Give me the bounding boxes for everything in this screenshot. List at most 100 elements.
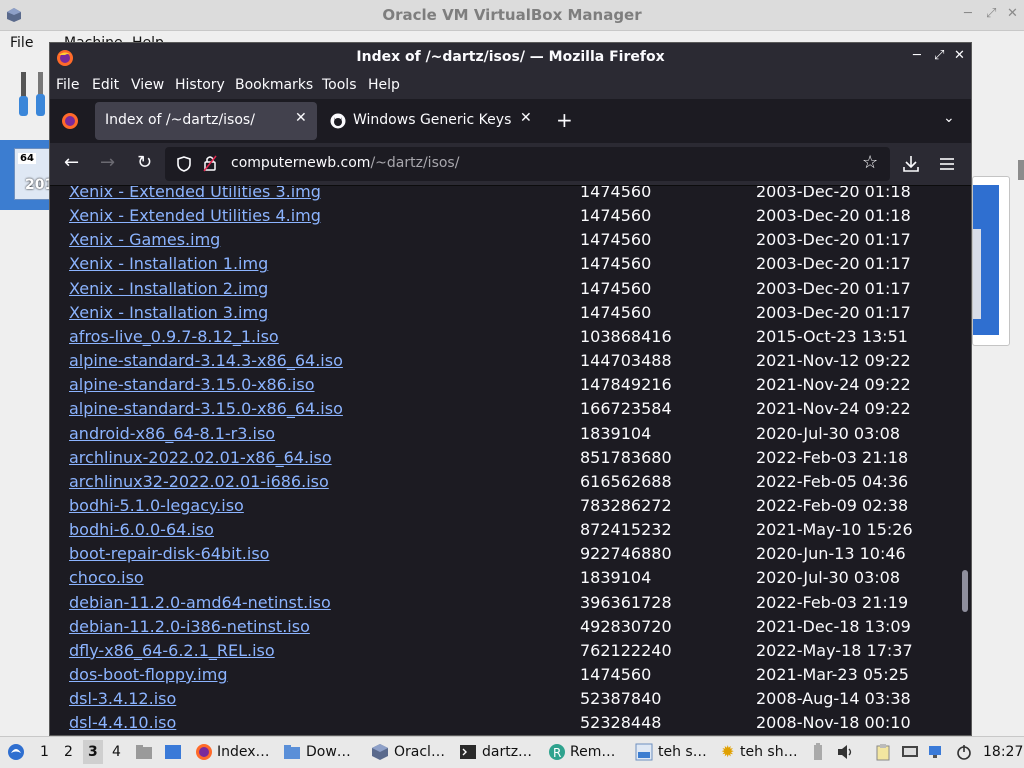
file-link[interactable]: Xenix - Extended Utilities 3.img — [69, 186, 321, 201]
file-link[interactable]: bodhi-6.0.0-64.iso — [69, 520, 214, 539]
url-text[interactable]: computernewb.com/~dartz/isos/ — [231, 155, 459, 171]
download-icon[interactable] — [903, 155, 919, 173]
file-link[interactable]: Xenix - Installation 1.img — [69, 254, 268, 273]
reload-icon[interactable]: ↻ — [137, 152, 152, 173]
file-link[interactable]: dsl-3.4.12.iso — [69, 689, 176, 708]
clipboard-icon[interactable] — [874, 743, 892, 761]
forward-icon[interactable]: → — [100, 152, 115, 173]
close-tab-icon[interactable]: ✕ — [520, 110, 532, 126]
file-link[interactable]: alpine-standard-3.15.0-x86_64.iso — [69, 399, 343, 418]
workspace-1[interactable]: 1 — [40, 744, 49, 760]
display-icon[interactable] — [901, 743, 919, 761]
file-link[interactable]: Xenix - Installation 2.img — [69, 279, 268, 298]
file-manager-launcher-icon[interactable] — [135, 743, 153, 761]
menu-edit[interactable]: Edit — [92, 77, 119, 93]
hamburger-menu-icon[interactable] — [940, 157, 954, 171]
menu-bookmarks[interactable]: Bookmarks — [235, 77, 313, 93]
file-size: 872415232 — [580, 520, 672, 540]
file-size: 166723584 — [580, 399, 672, 419]
maximize-icon[interactable]: ⤢ — [986, 6, 996, 21]
url-path: /~dartz/isos/ — [370, 155, 460, 171]
file-link[interactable]: alpine-standard-3.14.3-x86_64.iso — [69, 351, 343, 370]
close-tab-icon[interactable]: ✕ — [295, 110, 307, 126]
show-desktop-icon[interactable] — [164, 743, 182, 761]
close-icon[interactable]: ✕ — [954, 48, 965, 63]
listing-row: Xenix - Extended Utilities 4.img 1474560 2… — [69, 203, 949, 227]
vbox-menu-file[interactable]: File — [10, 35, 33, 51]
minimize-icon[interactable]: ─ — [913, 48, 921, 63]
vbox-scrollbar[interactable] — [1018, 160, 1024, 180]
battery-icon[interactable] — [809, 743, 827, 761]
terminal-icon — [460, 745, 476, 759]
file-size: 1474560 — [580, 206, 652, 226]
window-title: Index of /~dartz/isos/ — Mozilla Firefox — [356, 49, 665, 65]
listing-row: dsl-3.4.12.iso 52387840 2008-Aug-14 03:38 — [69, 686, 949, 710]
listing-row: dos-boot-floppy.img 1474560 2021-Mar-23 05… — [69, 662, 949, 686]
back-icon[interactable]: ← — [64, 152, 79, 173]
file-link[interactable]: archlinux-2022.02.01-x86_64.iso — [69, 448, 332, 467]
menu-history[interactable]: History — [175, 77, 225, 93]
file-link[interactable]: bodhi-5.1.0-legacy.iso — [69, 496, 244, 515]
file-date: 2021-Dec-18 13:09 — [756, 616, 911, 636]
menu-view[interactable]: View — [131, 77, 164, 93]
file-link[interactable]: debian-11.2.0-amd64-netinst.iso — [69, 593, 331, 612]
network-icon[interactable] — [927, 743, 945, 761]
file-date: 2022-Feb-09 02:38 — [756, 495, 909, 515]
firefox-view-icon[interactable] — [61, 112, 79, 130]
minimize-icon[interactable]: ─ — [964, 6, 972, 21]
list-all-tabs-icon[interactable]: ⌄ — [943, 110, 955, 126]
file-link[interactable]: dos-boot-floppy.img — [69, 665, 227, 684]
file-link[interactable]: choco.iso — [69, 568, 144, 587]
github-icon — [330, 113, 346, 129]
listing-row: afros-live_0.9.7-8.12_1.iso 103868416 2015… — [69, 324, 949, 348]
file-link[interactable]: boot-repair-disk-64bit.iso — [69, 544, 269, 563]
task-label: Oracl… — [394, 744, 445, 760]
file-link[interactable]: alpine-standard-3.15.0-x86.iso — [69, 375, 315, 394]
tools-icon[interactable] — [16, 70, 50, 120]
workspace-2[interactable]: 2 — [64, 744, 73, 760]
file-link[interactable]: dfly-x86_64-6.2.1_REL.iso — [69, 641, 275, 660]
menu-help[interactable]: Help — [368, 77, 400, 93]
shield-icon[interactable] — [177, 156, 191, 172]
close-icon[interactable]: ✕ — [1007, 6, 1018, 21]
start-menu-icon[interactable] — [7, 743, 25, 761]
new-tab-icon[interactable]: + — [556, 108, 573, 132]
volume-icon[interactable] — [836, 743, 854, 761]
maximize-icon[interactable]: ⤢ — [934, 48, 944, 63]
page-scrollbar-thumb[interactable] — [962, 570, 968, 612]
menu-file[interactable]: File — [56, 77, 79, 93]
tab-windows-generic-keys[interactable]: Windows Generic Keys · G ✕ — [320, 102, 542, 140]
menu-tools[interactable]: Tools — [322, 77, 357, 93]
tab-index-of-isos[interactable]: Index of /~dartz/isos/ ✕ — [95, 102, 317, 140]
task-label: teh sh… — [740, 744, 798, 760]
file-link[interactable]: afros-live_0.9.7-8.12_1.iso — [69, 327, 279, 346]
bookmark-star-icon[interactable]: ☆ — [862, 152, 878, 173]
menubar: File Edit View History Bookmarks Tools H… — [50, 72, 971, 99]
page-scrollbar-track[interactable] — [960, 186, 970, 735]
file-date: 2003-Dec-20 01:17 — [756, 230, 911, 250]
file-link[interactable]: Xenix - Extended Utilities 4.img — [69, 206, 321, 225]
file-link[interactable]: Xenix - Games.img — [69, 230, 220, 249]
file-link[interactable]: dsl-4.4.10.iso — [69, 713, 176, 732]
file-link[interactable]: archlinux32-2022.02.01-i686.iso — [69, 472, 329, 491]
listing-row: Xenix - Games.img 1474560 2003-Dec-20 01:1… — [69, 227, 949, 251]
file-size: 103868416 — [580, 326, 672, 346]
url-bar[interactable]: computernewb.com/~dartz/isos/ ☆ — [165, 147, 890, 181]
listing-row: Xenix - Extended Utilities 3.img 1474560 2… — [69, 186, 949, 203]
vm-list-item[interactable]: 64 201 — [0, 140, 54, 210]
firefox-icon — [196, 744, 212, 760]
file-size: 1839104 — [580, 568, 652, 588]
firefox-titlebar[interactable]: Index of /~dartz/isos/ — Mozilla Firefox… — [50, 43, 971, 72]
lock-warning-icon[interactable] — [203, 155, 217, 172]
file-link[interactable]: Xenix - Installation 3.img — [69, 303, 268, 322]
file-date: 2021-Nov-12 09:22 — [756, 351, 911, 371]
file-size: 52387840 — [580, 689, 662, 709]
file-link[interactable]: android-x86_64-8.1-r3.iso — [69, 424, 275, 443]
power-icon[interactable] — [955, 743, 973, 761]
file-size: 1474560 — [580, 230, 652, 250]
gear-icon: ✹ — [721, 742, 735, 761]
workspace-4[interactable]: 4 — [112, 744, 121, 760]
workspace-3[interactable]: 3 — [88, 744, 98, 760]
file-link[interactable]: debian-11.2.0-i386-netinst.iso — [69, 617, 310, 636]
file-size: 144703488 — [580, 351, 672, 371]
